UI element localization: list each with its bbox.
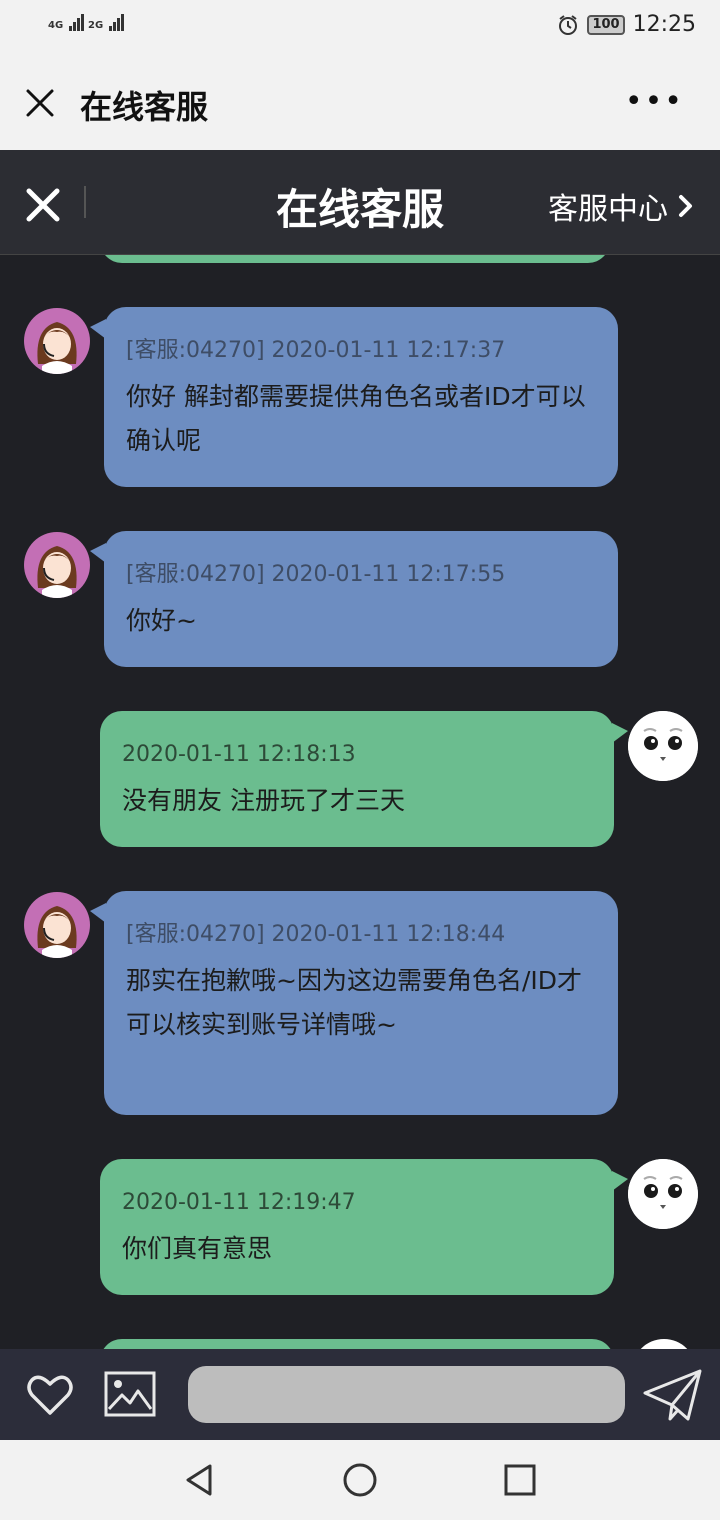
chat-message: [客服:04270] 2020-01-11 12:18:44 那实在抱歉哦~因为… <box>90 891 618 1115</box>
message-meta: [客服:04270] 2020-01-11 12:18:44 <box>126 922 506 947</box>
message-text: 你好~ <box>126 606 197 635</box>
message-text: 那实在抱歉哦~因为这边需要角色名/ID才可以核实到账号详情哦~ <box>126 966 582 1039</box>
browser-bar: 在线客服 ••• <box>0 56 720 150</box>
signal-bars-icon <box>108 14 125 31</box>
image-icon[interactable] <box>104 1371 156 1417</box>
signal-2-label: 2G <box>88 20 104 31</box>
browser-title: 在线客服 <box>80 88 209 126</box>
alarm-icon <box>559 14 578 35</box>
chat-message: 2020-01-11 12:19:47 你们真有意思 <box>100 1159 628 1295</box>
heart-icon[interactable] <box>24 1369 76 1419</box>
recents-icon[interactable] <box>504 1464 536 1496</box>
chevron-right-icon <box>679 195 692 217</box>
input-bar <box>0 1349 720 1440</box>
message-text: 没有朋友 注册玩了才三天 <box>122 786 405 815</box>
chat-header: 在线客服 客服中心 <box>0 150 720 255</box>
signal-2: 2G <box>88 14 125 31</box>
message-text: 你好 解封都需要提供角色名或者ID才可以确认呢 <box>126 382 586 455</box>
message-input[interactable] <box>188 1366 625 1423</box>
system-nav-bar <box>0 1440 720 1520</box>
agent-avatar <box>24 308 90 374</box>
chat-area[interactable]: [客服:04270] 2020-01-11 12:17:37 你好 解封都需要提… <box>0 255 720 1349</box>
previous-message-bubble <box>100 255 610 263</box>
more-icon[interactable]: ••• <box>625 87 684 117</box>
message-meta: 2020-01-11 12:18:13 <box>122 742 356 767</box>
service-center-link[interactable]: 客服中心 <box>548 184 694 228</box>
signal-bars-icon <box>68 14 85 31</box>
service-center-label: 客服中心 <box>548 192 668 227</box>
message-meta: [客服:04270] 2020-01-11 12:17:55 <box>126 562 506 587</box>
user-avatar <box>632 1339 696 1349</box>
chat-message: 2020-01-11 12:18:13 没有朋友 注册玩了才三天 <box>100 711 628 847</box>
message-meta: 2020-01-11 12:19:47 <box>122 1190 356 1215</box>
next-message-bubble <box>100 1339 614 1349</box>
chat-message: [客服:04270] 2020-01-11 12:17:55 你好~ <box>90 531 618 667</box>
agent-avatar <box>24 532 90 598</box>
clock: 12:25 <box>632 12 696 37</box>
status-right: 100 12:25 <box>557 12 696 37</box>
message-meta: [客服:04270] 2020-01-11 12:17:37 <box>126 338 506 363</box>
user-avatar <box>628 1159 698 1229</box>
signal-1-label: 4G <box>48 20 64 31</box>
back-icon[interactable] <box>182 1462 218 1498</box>
close-icon[interactable] <box>24 87 56 119</box>
status-bar: 4G 2G 100 12:25 <box>0 0 720 56</box>
battery-icon: 100 <box>587 14 625 35</box>
chat-message: [客服:04270] 2020-01-11 12:17:37 你好 解封都需要提… <box>90 307 618 487</box>
agent-avatar <box>24 892 90 958</box>
signal-1: 4G <box>48 14 85 31</box>
home-icon[interactable] <box>342 1462 378 1498</box>
send-icon[interactable] <box>642 1367 704 1425</box>
message-text: 你们真有意思 <box>122 1234 273 1263</box>
user-avatar <box>628 711 698 781</box>
